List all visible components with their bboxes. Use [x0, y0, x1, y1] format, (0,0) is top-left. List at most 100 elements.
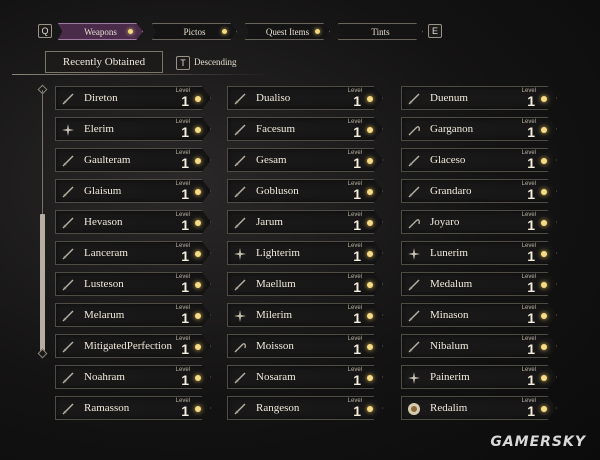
weapon-card[interactable]: Moisson Level 1: [227, 334, 383, 358]
weapon-card[interactable]: Gesam Level 1: [227, 148, 383, 172]
weapon-card[interactable]: Painerim Level 1: [401, 365, 557, 389]
weapon-card[interactable]: Maellum Level 1: [227, 272, 383, 296]
upgrade-glow-icon: [195, 313, 201, 319]
level-value: 1: [527, 403, 535, 419]
upgrade-glow-icon: [195, 158, 201, 164]
weapon-card[interactable]: Glaceso Level 1: [401, 148, 557, 172]
watermark: GAMERSKY: [490, 434, 586, 450]
blade-icon: [60, 246, 76, 262]
sort-order-key[interactable]: T: [176, 56, 190, 70]
weapon-name: Lusteson: [84, 278, 124, 290]
level-value: 1: [181, 93, 189, 109]
weapon-card[interactable]: Lunerim Level 1: [401, 241, 557, 265]
weapon-card[interactable]: Jarum Level 1: [227, 210, 383, 234]
level-value: 1: [181, 124, 189, 140]
weapon-card[interactable]: Rangeson Level 1: [227, 396, 383, 420]
upgrade-glow-icon: [367, 189, 373, 195]
upgrade-glow-icon: [367, 127, 373, 133]
weapon-card[interactable]: Duenum Level 1: [401, 86, 557, 110]
level-value: 1: [353, 372, 361, 388]
blade-icon: [406, 184, 422, 200]
weapon-card[interactable]: Garganon Level 1: [401, 117, 557, 141]
weapon-name: Glaisum: [84, 185, 122, 197]
weapon-card[interactable]: Ramasson Level 1: [55, 396, 211, 420]
weapon-card[interactable]: Elerim Level 1: [55, 117, 211, 141]
blade-icon: [60, 153, 76, 169]
upgrade-glow-icon: [541, 189, 547, 195]
sort-by-button[interactable]: Recently Obtained: [45, 51, 163, 73]
tab-quest-items[interactable]: Quest Items: [245, 23, 330, 40]
scythe-icon: [232, 339, 248, 355]
weapon-name: Glaceso: [430, 154, 466, 166]
weapon-name: Nibalum: [430, 340, 469, 352]
weapon-card[interactable]: Direton Level 1: [55, 86, 211, 110]
upgrade-glow-icon: [541, 282, 547, 288]
weapon-card[interactable]: Redalim Level 1: [401, 396, 557, 420]
tab-tints[interactable]: Tints: [338, 23, 423, 40]
weapon-card[interactable]: Melarum Level 1: [55, 303, 211, 327]
blade-icon: [232, 153, 248, 169]
tab-pictos[interactable]: Pictos: [152, 23, 237, 40]
cross-emblem-icon: [406, 246, 422, 262]
level-value: 1: [181, 155, 189, 171]
weapon-name: Ramasson: [84, 402, 130, 414]
blade-icon: [406, 308, 422, 324]
weapon-name: Maellum: [256, 278, 296, 290]
weapon-card[interactable]: Joyaro Level 1: [401, 210, 557, 234]
weapon-name: Medalum: [430, 278, 473, 290]
level-value: 1: [527, 341, 535, 357]
tab-weapons-label: Weapons: [84, 26, 117, 37]
level-value: 1: [527, 186, 535, 202]
level-value: 1: [527, 155, 535, 171]
level-value: 1: [527, 279, 535, 295]
weapon-card[interactable]: Gobluson Level 1: [227, 179, 383, 203]
blade-icon: [232, 91, 248, 107]
weapon-card[interactable]: Dualiso Level 1: [227, 86, 383, 110]
next-category-key[interactable]: E: [428, 24, 442, 38]
prev-category-key[interactable]: Q: [38, 24, 52, 38]
blade-icon: [232, 215, 248, 231]
level-value: 1: [181, 341, 189, 357]
upgrade-glow-icon: [195, 96, 201, 102]
weapon-card[interactable]: Nosaram Level 1: [227, 365, 383, 389]
new-indicator-icon: [222, 29, 227, 34]
tab-weapons[interactable]: Weapons: [58, 23, 143, 40]
upgrade-glow-icon: [367, 220, 373, 226]
weapon-card[interactable]: Lusteson Level 1: [55, 272, 211, 296]
scrollbar-thumb[interactable]: [40, 214, 45, 354]
weapon-card[interactable]: Facesum Level 1: [227, 117, 383, 141]
sort-order-label: Descending: [194, 57, 237, 67]
weapon-card[interactable]: Lanceram Level 1: [55, 241, 211, 265]
upgrade-glow-icon: [367, 96, 373, 102]
weapon-card[interactable]: Milerim Level 1: [227, 303, 383, 327]
weapon-card[interactable]: Hevason Level 1: [55, 210, 211, 234]
level-value: 1: [181, 403, 189, 419]
new-indicator-icon: [315, 29, 320, 34]
weapon-grid: Direton Level 1 Elerim Level 1 Gaulteram Level 1…: [55, 86, 587, 436]
blade-icon: [232, 184, 248, 200]
weapon-card[interactable]: Glaisum Level 1: [55, 179, 211, 203]
weapon-name: Gobluson: [256, 185, 299, 197]
level-value: 1: [353, 124, 361, 140]
level-value: 1: [353, 403, 361, 419]
weapon-card[interactable]: Grandaro Level 1: [401, 179, 557, 203]
level-value: 1: [527, 124, 535, 140]
level-value: 1: [527, 248, 535, 264]
cross-emblem-icon: [232, 246, 248, 262]
weapon-card[interactable]: Noahram Level 1: [55, 365, 211, 389]
weapon-card[interactable]: MitigatedPerfection Level 1: [55, 334, 211, 358]
scythe-icon: [406, 122, 422, 138]
weapon-card[interactable]: Lighterim Level 1: [227, 241, 383, 265]
level-value: 1: [527, 310, 535, 326]
upgrade-glow-icon: [541, 220, 547, 226]
weapon-card[interactable]: Gaulteram Level 1: [55, 148, 211, 172]
weapon-card[interactable]: Nibalum Level 1: [401, 334, 557, 358]
upgrade-glow-icon: [195, 282, 201, 288]
weapon-card[interactable]: Minason Level 1: [401, 303, 557, 327]
blade-icon: [60, 308, 76, 324]
weapon-name: Moisson: [256, 340, 294, 352]
weapon-card[interactable]: Medalum Level 1: [401, 272, 557, 296]
level-value: 1: [353, 248, 361, 264]
weapon-name: Lanceram: [84, 247, 128, 259]
level-value: 1: [181, 186, 189, 202]
